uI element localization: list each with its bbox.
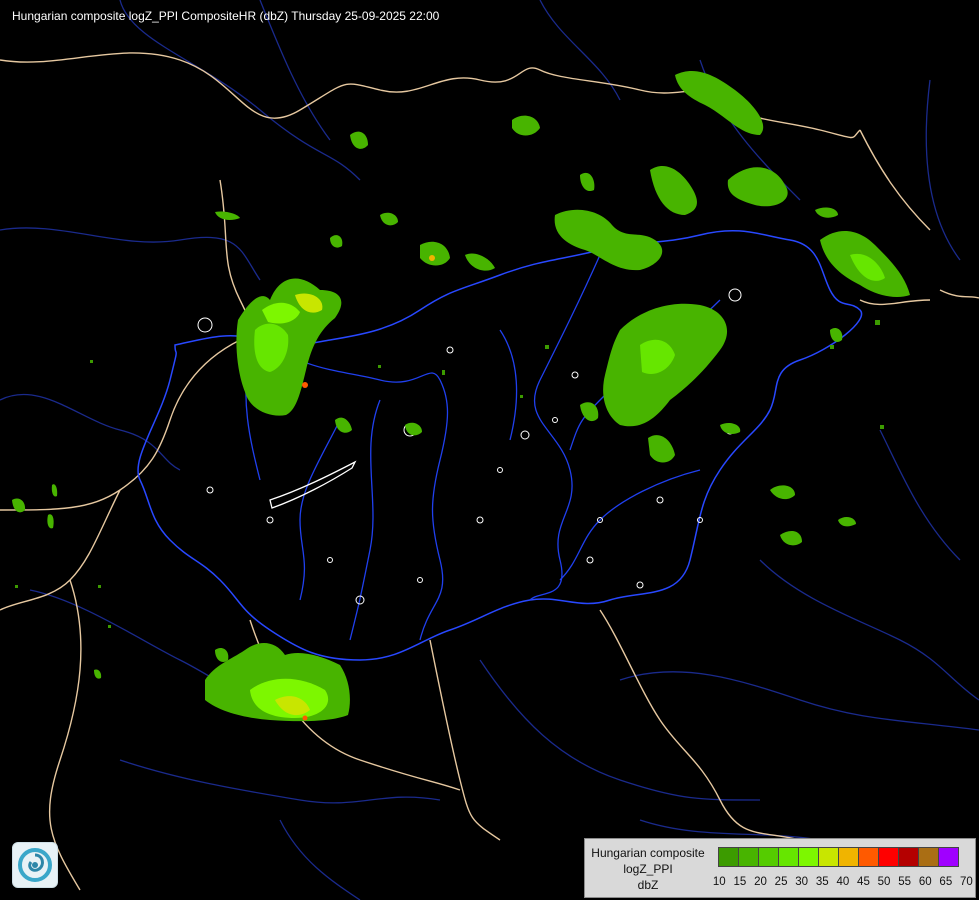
legend-swatch-30	[798, 847, 819, 867]
weather-service-logo-icon	[12, 842, 58, 888]
legend-tick-40: 40	[836, 876, 850, 888]
legend-swatch-60	[918, 847, 939, 867]
legend-tick-55: 55	[898, 876, 912, 888]
legend-swatches	[718, 847, 959, 867]
radar-map[interactable]	[0, 0, 979, 900]
legend-swatch-10	[718, 847, 739, 867]
legend-ticks: 10 15 20 25 30 35 40 45 50 55 60 65 70	[709, 876, 977, 888]
legend-tick-20: 20	[754, 876, 767, 888]
legend-tick-45: 45	[857, 876, 870, 888]
legend-swatch-20	[758, 847, 779, 867]
legend-tick-70: 70	[960, 876, 973, 888]
legend-swatch-55	[898, 847, 919, 867]
legend-swatch-50	[878, 847, 899, 867]
color-legend: Hungarian composite logZ_PPI dbZ 10 15 20 2…	[584, 838, 976, 898]
legend-tick-10: 10	[712, 876, 726, 888]
legend-tick-25: 25	[774, 876, 788, 888]
legend-swatch-65	[938, 847, 959, 867]
legend-swatch-40	[838, 847, 859, 867]
map-title: Hungarian composite logZ_PPI CompositeHR…	[12, 9, 440, 23]
legend-tick-60: 60	[918, 876, 932, 888]
legend-tick-65: 65	[939, 876, 953, 888]
legend-swatch-35	[818, 847, 839, 867]
legend-tick-15: 15	[733, 876, 747, 888]
legend-caption: Hungarian composite logZ_PPI dbZ	[585, 845, 711, 893]
legend-swatch-25	[778, 847, 799, 867]
legend-tick-50: 50	[877, 876, 891, 888]
legend-tick-35: 35	[815, 876, 829, 888]
legend-tick-30: 30	[795, 876, 809, 888]
legend-swatch-45	[858, 847, 879, 867]
legend-swatch-15	[738, 847, 759, 867]
legend-line-3: dbZ	[637, 878, 659, 892]
legend-line-2: logZ_PPI	[623, 862, 673, 876]
legend-line-1: Hungarian composite	[591, 846, 705, 860]
